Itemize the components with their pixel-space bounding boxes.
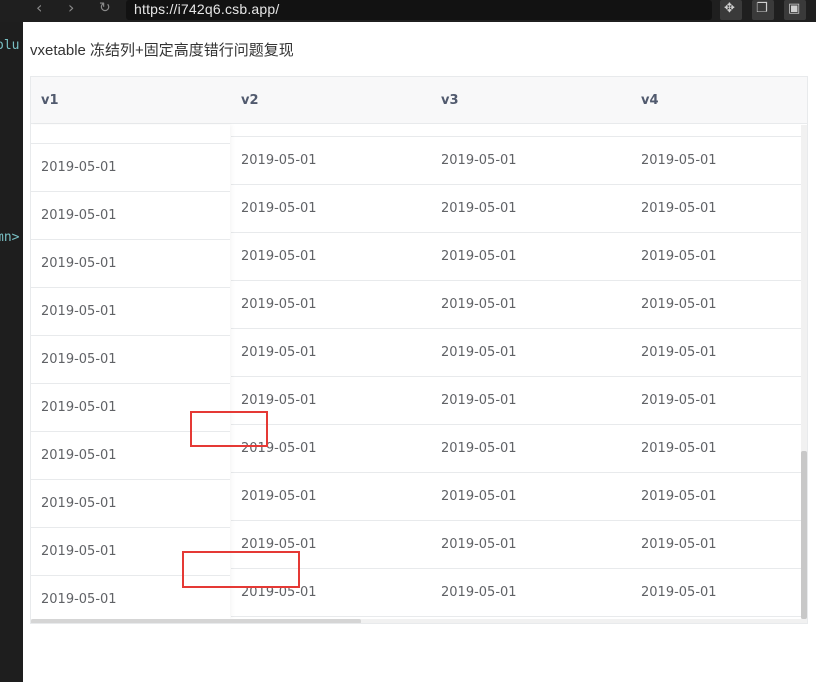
vertical-scrollbar[interactable] bbox=[801, 125, 807, 619]
vertical-scrollbar-thumb[interactable] bbox=[801, 451, 807, 619]
table-row[interactable]: 2019-05-01 bbox=[31, 240, 230, 288]
table-row[interactable]: 2019-05-01 2019-05-01 2019-05-01 bbox=[231, 569, 801, 617]
code-editor-strip: olu mn> bbox=[0, 22, 23, 682]
annotation-box bbox=[182, 551, 300, 588]
annotation-box bbox=[190, 411, 268, 447]
table-cell[interactable]: 2019-05-01 bbox=[641, 185, 717, 232]
table-cell[interactable]: 2019-05-01 bbox=[441, 425, 517, 472]
table-cell[interactable]: 2019-05-01 bbox=[641, 569, 717, 616]
table-cell[interactable]: 2019-05-01 bbox=[241, 281, 317, 328]
page-title: vxetable 冻结列+固定高度错行问题复现 bbox=[30, 42, 294, 59]
table-row[interactable]: 2019-05-01 bbox=[31, 192, 230, 240]
table-cell[interactable]: 2019-05-01 bbox=[641, 125, 717, 136]
table-row[interactable]: 2019-05-01 2019-05-01 2019-05-01 bbox=[231, 377, 801, 425]
table-cell[interactable]: 2019-05-01 bbox=[241, 185, 317, 232]
table-cell[interactable]: 2019-05-01 bbox=[641, 377, 717, 424]
table-cell[interactable]: 2019-05-01 bbox=[441, 137, 517, 184]
table-cell[interactable]: 2019-05-01 bbox=[441, 377, 517, 424]
table-row[interactable]: 2019-05-01 2019-05-01 2019-05-01 bbox=[231, 473, 801, 521]
table-cell[interactable]: 2019-05-01 bbox=[441, 473, 517, 520]
table-cell[interactable]: 2019-05-01 bbox=[41, 432, 117, 479]
browser-toolbar: ‹ › ↻ https://i742q6.csb.app/ ✥ ❐ ▣ bbox=[0, 0, 816, 22]
table-cell[interactable]: 2019-05-01 bbox=[41, 125, 117, 143]
table-cell[interactable]: 2019-05-01 bbox=[41, 384, 117, 431]
table-row[interactable]: 2019-05-01 2019-05-01 2019-05-01 bbox=[231, 125, 801, 137]
table-header: v1 v2 v3 v4 bbox=[31, 77, 807, 124]
table-cell[interactable]: 2019-05-01 bbox=[641, 473, 717, 520]
table-cell[interactable]: 2019-05-01 bbox=[441, 569, 517, 616]
table-row[interactable]: 2019-05-01 bbox=[31, 125, 230, 144]
table-cell[interactable]: 2019-05-01 bbox=[441, 281, 517, 328]
address-bar[interactable]: https://i742q6.csb.app/ bbox=[126, 0, 712, 20]
table-row[interactable]: 2019-05-01 bbox=[31, 288, 230, 336]
horizontal-scrollbar-thumb[interactable] bbox=[31, 619, 361, 623]
vxe-table: v1 v2 v3 v4 2019-05-01 2019-05-01 2019-0… bbox=[30, 76, 808, 624]
table-cell[interactable]: 2019-05-01 bbox=[441, 521, 517, 568]
table-cell[interactable]: 2019-05-01 bbox=[441, 185, 517, 232]
table-cell[interactable]: 2019-05-01 bbox=[641, 281, 717, 328]
table-body-scrollable[interactable]: 2019-05-01 2019-05-01 2019-05-01 2019-05… bbox=[231, 125, 801, 619]
table-cell[interactable]: 2019-05-01 bbox=[41, 240, 117, 287]
editor-code-line: mn> bbox=[0, 230, 20, 245]
column-header-v3[interactable]: v3 bbox=[441, 77, 459, 124]
table-cell[interactable]: 2019-05-01 bbox=[41, 528, 117, 575]
table-cell[interactable]: 2019-05-01 bbox=[41, 576, 117, 619]
table-row[interactable]: 2019-05-01 bbox=[31, 144, 230, 192]
editor-code-line: olu bbox=[0, 38, 20, 53]
table-cell[interactable]: 2019-05-01 bbox=[41, 336, 117, 383]
table-cell[interactable]: 2019-05-01 bbox=[41, 480, 117, 527]
table-cell[interactable]: 2019-05-01 bbox=[441, 233, 517, 280]
column-header-v1[interactable]: v1 bbox=[41, 77, 59, 124]
table-cell[interactable]: 2019-05-01 bbox=[441, 125, 517, 136]
horizontal-scrollbar[interactable] bbox=[31, 619, 807, 623]
back-icon[interactable]: ‹ bbox=[36, 0, 42, 22]
column-header-v4[interactable]: v4 bbox=[641, 77, 659, 124]
puzzle-icon[interactable]: ✥ bbox=[720, 0, 742, 20]
window-icon[interactable]: ▣ bbox=[784, 0, 806, 20]
reload-icon[interactable]: ↻ bbox=[99, 0, 111, 22]
table-row[interactable]: 2019-05-01 2019-05-01 2019-05-01 bbox=[231, 281, 801, 329]
column-header-v2[interactable]: v2 bbox=[241, 77, 259, 124]
table-row[interactable]: 2019-05-01 2019-05-01 2019-05-01 bbox=[231, 521, 801, 569]
table-row[interactable]: 2019-05-01 bbox=[31, 336, 230, 384]
table-row[interactable]: 2019-05-01 2019-05-01 2019-05-01 bbox=[231, 233, 801, 281]
table-row[interactable]: 2019-05-01 2019-05-01 2019-05-01 bbox=[231, 425, 801, 473]
table-cell[interactable]: 2019-05-01 bbox=[41, 288, 117, 335]
table-cell[interactable]: 2019-05-01 bbox=[641, 521, 717, 568]
table-cell[interactable]: 2019-05-01 bbox=[241, 233, 317, 280]
table-row[interactable]: 2019-05-01 2019-05-01 2019-05-01 bbox=[231, 329, 801, 377]
table-cell[interactable]: 2019-05-01 bbox=[441, 329, 517, 376]
table-cell[interactable]: 2019-05-01 bbox=[241, 125, 317, 136]
table-cell[interactable]: 2019-05-01 bbox=[641, 329, 717, 376]
table-cell[interactable]: 2019-05-01 bbox=[241, 473, 317, 520]
table-cell[interactable]: 2019-05-01 bbox=[641, 425, 717, 472]
url-text[interactable]: https://i742q6.csb.app/ bbox=[134, 1, 279, 17]
table-cell[interactable]: 2019-05-01 bbox=[41, 144, 117, 191]
table-cell[interactable]: 2019-05-01 bbox=[41, 192, 117, 239]
forward-icon[interactable]: › bbox=[68, 0, 74, 22]
table-row[interactable]: 2019-05-01 2019-05-01 2019-05-01 bbox=[231, 185, 801, 233]
table-cell[interactable]: 2019-05-01 bbox=[241, 137, 317, 184]
table-row[interactable]: 2019-05-01 bbox=[31, 480, 230, 528]
table-cell[interactable]: 2019-05-01 bbox=[641, 233, 717, 280]
table-row[interactable]: 2019-05-01 2019-05-01 2019-05-01 bbox=[231, 137, 801, 185]
table-cell[interactable]: 2019-05-01 bbox=[241, 329, 317, 376]
table-cell[interactable]: 2019-05-01 bbox=[641, 137, 717, 184]
copy-icon[interactable]: ❐ bbox=[752, 0, 774, 20]
table-body-fixed-left[interactable]: 2019-05-01 2019-05-01 2019-05-01 2019-05… bbox=[31, 125, 230, 619]
